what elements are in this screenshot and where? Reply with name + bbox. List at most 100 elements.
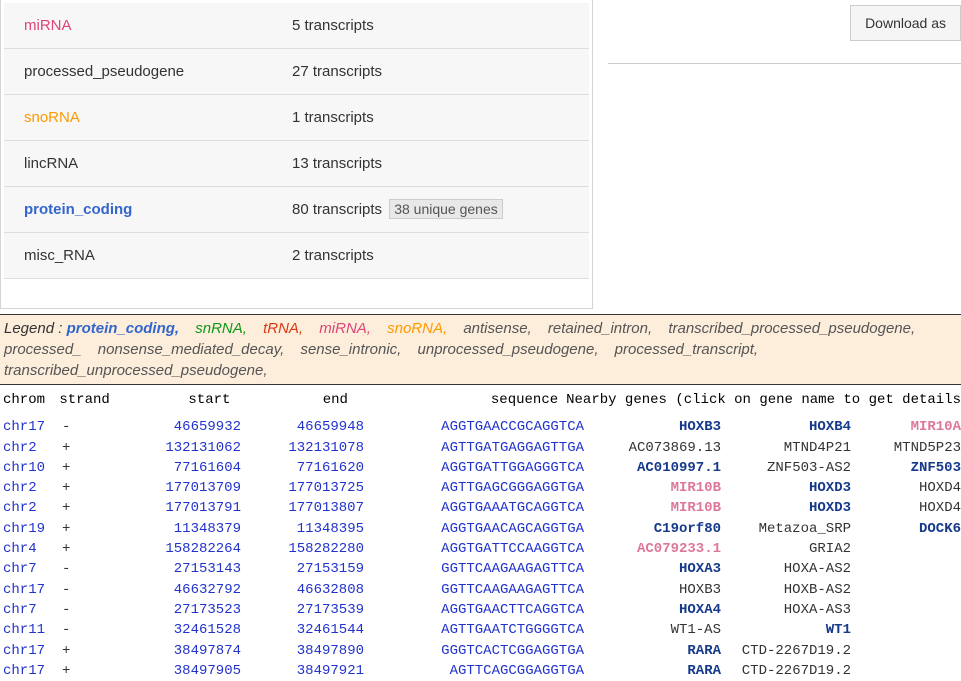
header-sequence: sequence (348, 390, 558, 410)
gene-link[interactable]: HOXB3 (584, 417, 721, 437)
gene-link[interactable]: MIR10B (584, 478, 721, 498)
results-table: chrom strand start end sequence Nearby g… (0, 384, 961, 681)
legend-bar: Legend : protein_coding, snRNA, tRNA, mi… (0, 314, 961, 384)
cell-end: 77161620 (241, 458, 364, 478)
cell-strand: - (62, 620, 128, 640)
legend-item: retained_intron, (548, 318, 652, 339)
gene-link[interactable]: RARA (584, 661, 721, 681)
table-row: chr17+3849790538497921AGTTCAGCGGAGGTGARA… (0, 661, 961, 681)
header-end: end (230, 390, 348, 410)
cell-end: 158282280 (241, 539, 364, 559)
cell-end: 46632808 (241, 580, 364, 600)
gene-link[interactable]: AC073869.13 (584, 438, 721, 458)
cell-sequence: AGGTGAACCGCAGGTCA (364, 417, 584, 437)
gene-link[interactable]: HOXA4 (584, 600, 721, 620)
table-header: chrom strand start end sequence Nearby g… (0, 385, 961, 417)
gene-link[interactable]: MTND5P23 (851, 438, 961, 458)
biotype-name: miRNA (24, 17, 292, 34)
biotype-row[interactable]: misc_RNA2 transcripts (4, 233, 589, 279)
cell-sequence: AGGTGATTCCAAGGTCA (364, 539, 584, 559)
legend-item: processed_transcript, (615, 339, 758, 360)
cell-chrom: chr17 (0, 641, 62, 661)
legend-item: unprocessed_pseudogene, (418, 339, 599, 360)
cell-sequence: AGGTGATTGGAGGGTCA (364, 458, 584, 478)
cell-end: 38497890 (241, 641, 364, 661)
cell-chrom: chr17 (0, 661, 62, 681)
table-row: chr17-4665993246659948AGGTGAACCGCAGGTCAH… (0, 417, 961, 437)
download-button[interactable]: Download as (850, 5, 961, 41)
biotype-row[interactable]: miRNA5 transcripts (4, 3, 589, 49)
header-chrom: chrom (0, 390, 59, 410)
cell-end: 132131078 (241, 438, 364, 458)
gene-link[interactable]: HOXB3 (584, 580, 721, 600)
table-row: chr2+132131062132131078AGTTGATGAGGAGTTGA… (0, 438, 961, 458)
gene-link[interactable]: AC079233.1 (584, 539, 721, 559)
gene-link (851, 620, 961, 640)
legend-item: tRNA, (263, 318, 303, 339)
gene-link[interactable]: C19orf80 (584, 519, 721, 539)
cell-strand: - (62, 580, 128, 600)
cell-chrom: chr10 (0, 458, 62, 478)
unique-genes-badge: 38 unique genes (389, 199, 503, 219)
cell-end: 27173539 (241, 600, 364, 620)
gene-link[interactable]: RARA (584, 641, 721, 661)
header-strand: strand (59, 390, 122, 410)
cell-chrom: chr7 (0, 559, 62, 579)
gene-link[interactable]: HOXD3 (721, 498, 851, 518)
table-row: chr10+7716160477161620AGGTGATTGGAGGGTCAA… (0, 458, 961, 478)
cell-chrom: chr17 (0, 580, 62, 600)
gene-link[interactable]: HOXB-AS2 (721, 580, 851, 600)
cell-chrom: chr11 (0, 620, 62, 640)
gene-link[interactable]: ZNF503 (851, 458, 961, 478)
gene-link[interactable]: HOXD4 (851, 498, 961, 518)
legend-item: snoRNA, (387, 318, 447, 339)
biotype-row[interactable]: processed_pseudogene27 transcripts (4, 49, 589, 95)
gene-link[interactable]: WT1-AS (584, 620, 721, 640)
gene-link[interactable]: HOXD3 (721, 478, 851, 498)
biotype-name: misc_RNA (24, 247, 292, 264)
cell-chrom: chr2 (0, 438, 62, 458)
cell-strand: + (62, 498, 128, 518)
cell-strand: + (62, 458, 128, 478)
cell-start: 27173523 (128, 600, 241, 620)
gene-link[interactable]: HOXA-AS3 (721, 600, 851, 620)
cell-strand: + (62, 539, 128, 559)
biotype-count: 80 transcripts 38 unique genes (292, 201, 503, 218)
gene-link (851, 559, 961, 579)
cell-sequence: AGTTGATGAGGAGTTGA (364, 438, 584, 458)
header-start: start (122, 390, 230, 410)
biotype-row[interactable]: lincRNA13 transcripts (4, 141, 589, 187)
gene-link[interactable]: HOXA3 (584, 559, 721, 579)
table-row: chr19+1134837911348395AGGTGAACAGCAGGTGAC… (0, 519, 961, 539)
gene-link[interactable]: WT1 (721, 620, 851, 640)
gene-link[interactable]: MIR10B (584, 498, 721, 518)
gene-link[interactable]: Metazoa_SRP (721, 519, 851, 539)
gene-link[interactable]: HOXD4 (851, 478, 961, 498)
gene-link[interactable]: AC010997.1 (584, 458, 721, 478)
biotype-row[interactable]: protein_coding80 transcripts 38 unique g… (4, 187, 589, 233)
gene-link[interactable]: ZNF503-AS2 (721, 458, 851, 478)
legend-item: antisense, (463, 318, 531, 339)
cell-strand: + (62, 641, 128, 661)
gene-link[interactable]: HOXA-AS2 (721, 559, 851, 579)
biotype-row[interactable]: snoRNA1 transcripts (4, 95, 589, 141)
cell-sequence: AGTTGAATCTGGGGTCA (364, 620, 584, 640)
biotype-count: 1 transcripts (292, 109, 374, 126)
gene-link[interactable]: CTD-2267D19.2 (721, 641, 851, 661)
gene-link[interactable]: CTD-2267D19.2 (721, 661, 851, 681)
gene-link (851, 661, 961, 681)
cell-start: 132131062 (128, 438, 241, 458)
gene-link[interactable]: GRIA2 (721, 539, 851, 559)
cell-sequence: AGTTGAGCGGGAGGTGA (364, 478, 584, 498)
biotype-scroll[interactable]: miRNA5 transcriptsprocessed_pseudogene27… (4, 3, 589, 305)
cell-end: 177013807 (241, 498, 364, 518)
gene-link[interactable]: MIR10A (851, 417, 961, 437)
biotype-name: protein_coding (24, 201, 292, 218)
gene-link[interactable]: MTND4P21 (721, 438, 851, 458)
cell-strand: + (62, 478, 128, 498)
cell-sequence: GGTTCAAGAAGAGTTCA (364, 559, 584, 579)
cell-strand: - (62, 417, 128, 437)
gene-link[interactable]: HOXB4 (721, 417, 851, 437)
cell-chrom: chr19 (0, 519, 62, 539)
gene-link[interactable]: DOCK6 (851, 519, 961, 539)
